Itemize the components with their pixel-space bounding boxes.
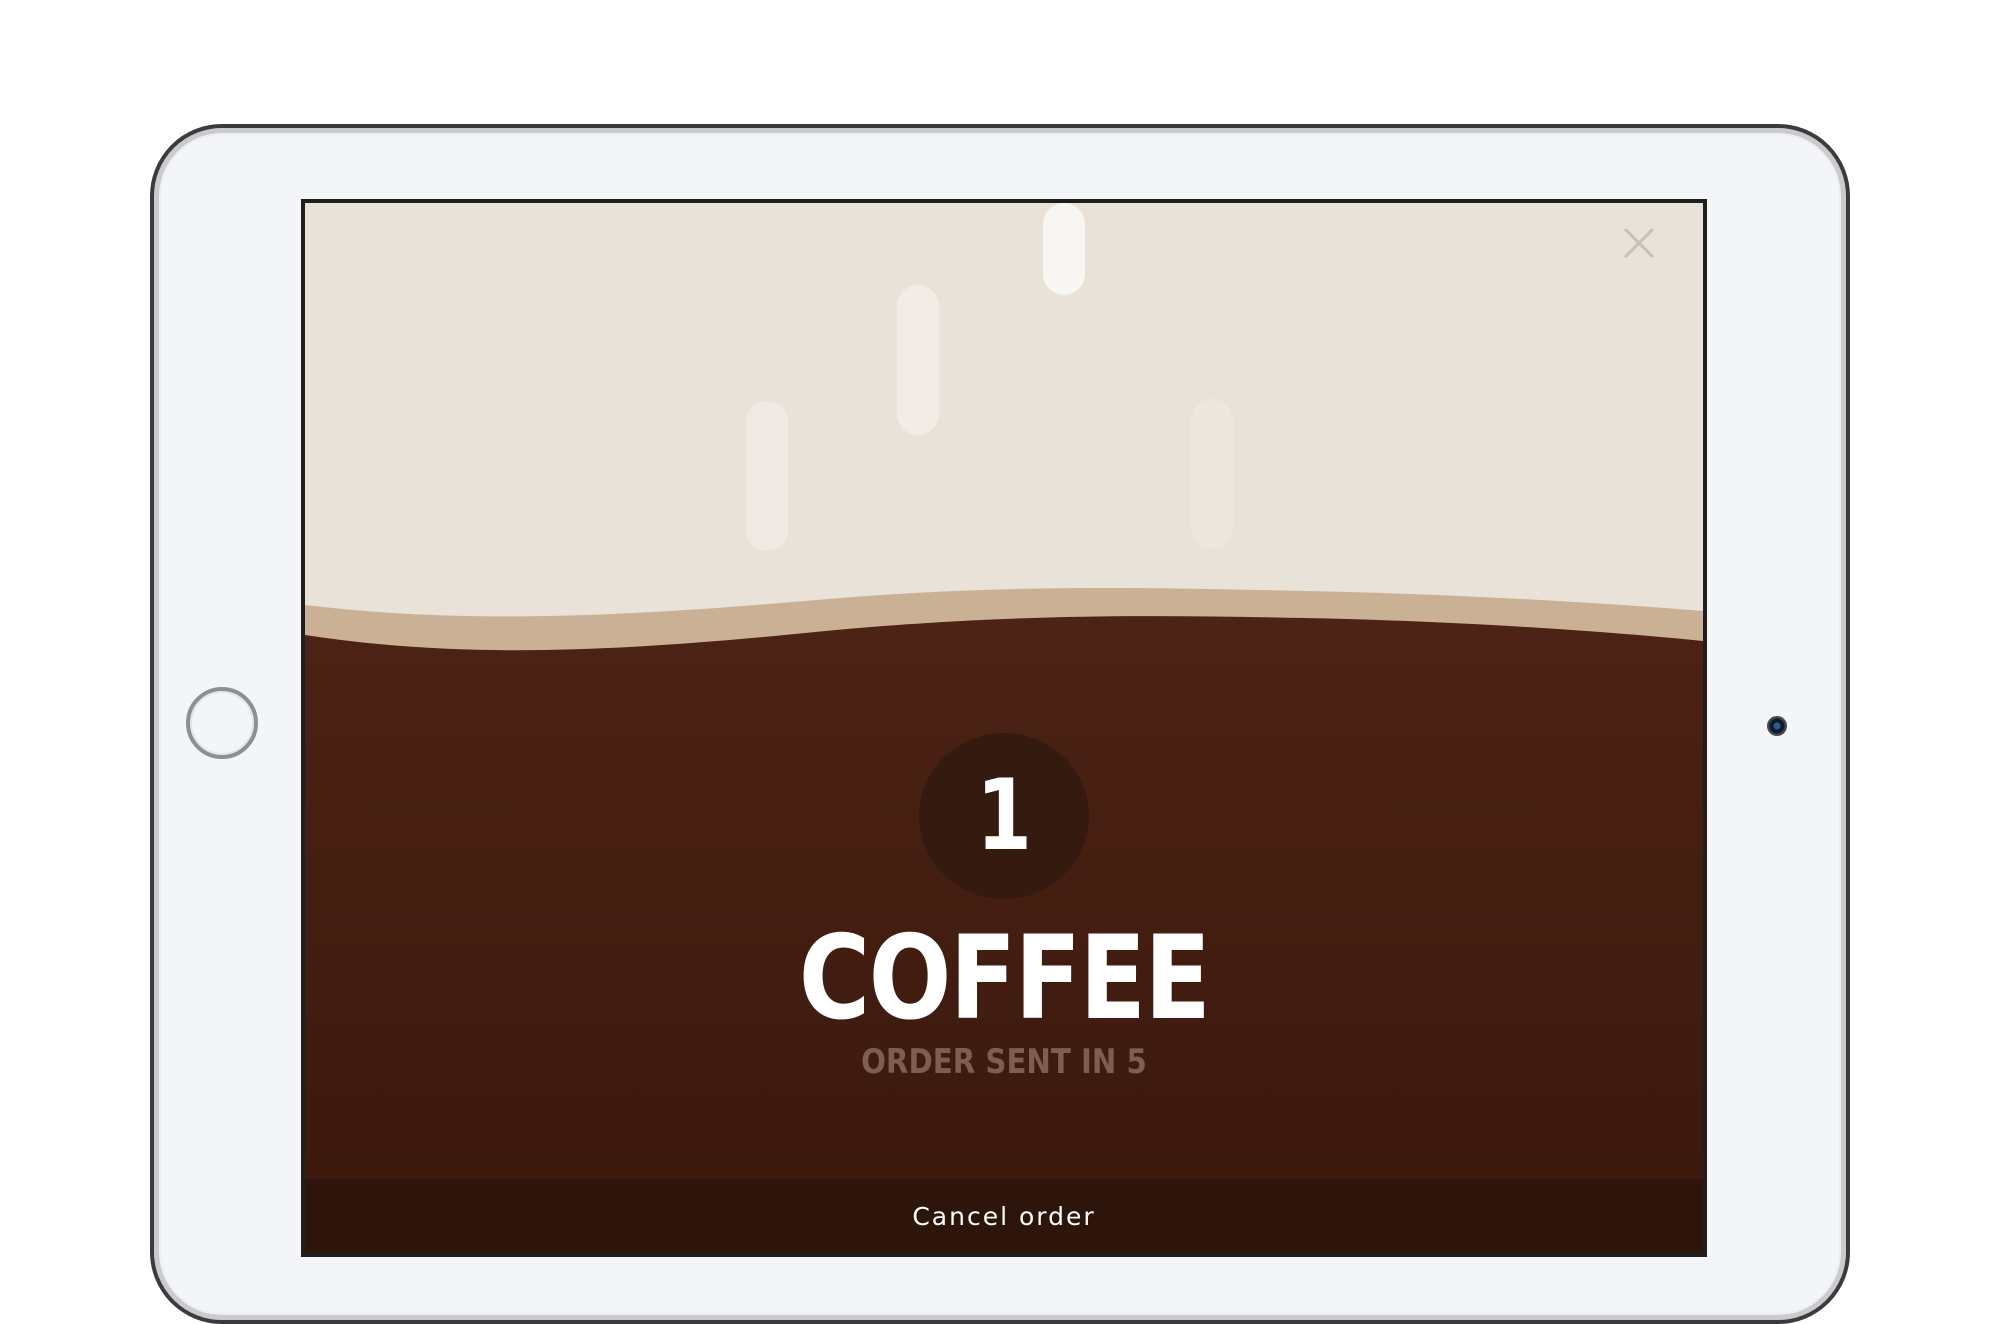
cancel-order-button[interactable]: Cancel order bbox=[305, 1179, 1703, 1253]
home-button[interactable] bbox=[186, 687, 258, 759]
steam-streak bbox=[1191, 399, 1233, 549]
quantity-value: 1 bbox=[976, 759, 1032, 873]
quantity-badge: 1 bbox=[919, 733, 1089, 899]
steam-streak bbox=[897, 285, 939, 435]
order-confirmation-view: 1 COFFEE ORDER SENT IN 5 Cancel order bbox=[305, 203, 1703, 1253]
item-name: COFFEE bbox=[798, 911, 1211, 1046]
camera-icon bbox=[1767, 716, 1787, 736]
close-icon bbox=[1623, 227, 1655, 259]
coffee-illustration bbox=[305, 203, 1703, 1253]
order-status: ORDER SENT IN 5 bbox=[861, 1042, 1147, 1082]
close-button[interactable] bbox=[1619, 223, 1659, 263]
cancel-order-label: Cancel order bbox=[912, 1201, 1096, 1231]
app-screen: 1 COFFEE ORDER SENT IN 5 Cancel order bbox=[301, 199, 1707, 1257]
steam-streak bbox=[1043, 203, 1085, 295]
steam-streak bbox=[746, 401, 788, 551]
